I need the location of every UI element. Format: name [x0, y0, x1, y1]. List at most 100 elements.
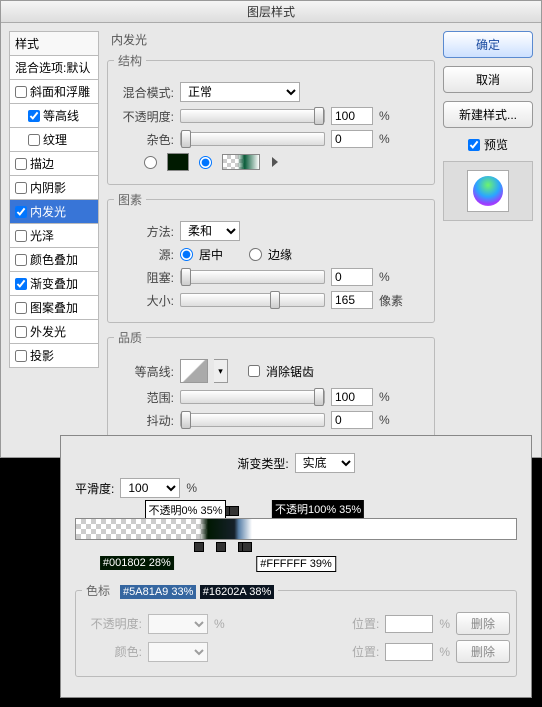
jitter-unit: %: [379, 413, 390, 427]
new-style-button[interactable]: 新建样式...: [443, 101, 533, 128]
cancel-button[interactable]: 取消: [443, 66, 533, 93]
noise-input[interactable]: [331, 130, 373, 148]
opacity-label: 不透明度:: [114, 108, 174, 125]
gradient-dropdown-icon[interactable]: [272, 157, 278, 167]
window-title: 图层样式: [1, 1, 541, 23]
color-stop-marker-3[interactable]: [242, 542, 252, 552]
stroke-checkbox[interactable]: [15, 158, 27, 170]
glow-color-swatch[interactable]: [167, 153, 189, 171]
range-unit: %: [379, 390, 390, 404]
antialias-checkbox[interactable]: [248, 365, 260, 377]
patternoverlay-checkbox[interactable]: [15, 302, 27, 314]
bevel-checkbox[interactable]: [15, 86, 27, 98]
range-input[interactable]: [331, 388, 373, 406]
sidebar-item-stroke[interactable]: 描边: [9, 152, 99, 176]
texture-checkbox[interactable]: [28, 134, 40, 146]
color-stop-label-3[interactable]: #FFFFFF 39%: [256, 556, 336, 572]
glow-gradient-swatch[interactable]: [222, 154, 260, 170]
contour-dropdown-icon[interactable]: ▾: [214, 359, 228, 383]
sidebar-item-label: 等高线: [43, 107, 79, 124]
contour-checkbox[interactable]: [28, 110, 40, 122]
size-input[interactable]: [331, 291, 373, 309]
smoothness-select[interactable]: 100: [120, 478, 180, 498]
size-label: 大小:: [114, 292, 174, 309]
satin-checkbox[interactable]: [15, 230, 27, 242]
choke-slider[interactable]: [180, 270, 325, 284]
sidebar-header-styles[interactable]: 样式: [9, 31, 99, 56]
color-stops-track[interactable]: [75, 542, 517, 554]
sidebar-item-gradoverlay[interactable]: 渐变叠加: [9, 272, 99, 296]
sidebar-item-outerglow[interactable]: 外发光: [9, 320, 99, 344]
color-stop-label-1[interactable]: #5A81A9 33%: [120, 585, 196, 599]
jitter-slider[interactable]: [180, 413, 325, 427]
sidebar-item-dropshadow[interactable]: 投影: [9, 344, 99, 368]
preview-label: 预览: [484, 136, 508, 153]
stop-opacity-unit: %: [214, 617, 225, 631]
dropshadow-checkbox[interactable]: [15, 350, 27, 362]
sidebar-blend-options[interactable]: 混合选项:默认: [9, 56, 99, 80]
technique-label: 方法:: [114, 223, 174, 240]
color-stop-label-2[interactable]: #16202A 38%: [200, 585, 275, 599]
innerglow-checkbox[interactable]: [15, 206, 27, 218]
coloroverlay-checkbox[interactable]: [15, 254, 27, 266]
range-slider[interactable]: [180, 390, 325, 404]
source-edge-radio[interactable]: [249, 248, 262, 261]
stop-position-unit-1: %: [439, 617, 450, 631]
ok-button[interactable]: 确定: [443, 31, 533, 58]
color-stop-label-0[interactable]: #001802 28%: [100, 556, 174, 570]
gradient-bar[interactable]: [75, 518, 517, 540]
size-slider[interactable]: [180, 293, 325, 307]
size-unit: 像素: [379, 292, 403, 309]
outerglow-checkbox[interactable]: [15, 326, 27, 338]
sidebar-item-label: 投影: [30, 347, 54, 364]
choke-label: 阻塞:: [114, 269, 174, 286]
opacity-stop-marker-1[interactable]: [229, 506, 239, 516]
sidebar-item-patternoverlay[interactable]: 图案叠加: [9, 296, 99, 320]
opacity-stop-label-1[interactable]: 不透明100% 35%: [272, 500, 364, 518]
noise-slider[interactable]: [180, 132, 325, 146]
sidebar-item-label: 内阴影: [30, 179, 66, 196]
technique-select[interactable]: 柔和: [180, 221, 240, 241]
sidebar-item-innershadow[interactable]: 内阴影: [9, 176, 99, 200]
stops-fieldset: 色标 #5A81A9 33% #16202A 38% 不透明度: % 位置: %…: [75, 582, 517, 677]
color-stop-marker-0[interactable]: [194, 542, 204, 552]
sidebar-item-contour[interactable]: 等高线: [9, 104, 99, 128]
sidebar-item-label: 斜面和浮雕: [30, 83, 90, 100]
glow-gradient-radio[interactable]: [199, 156, 212, 169]
sidebar-item-satin[interactable]: 光泽: [9, 224, 99, 248]
sidebar-item-bevel[interactable]: 斜面和浮雕: [9, 80, 99, 104]
quality-fieldset: 品质 等高线: ▾ 消除锯齿 范围: % 抖动:: [107, 329, 435, 443]
stop-color-label: 颜色:: [82, 643, 142, 660]
contour-picker[interactable]: [180, 359, 208, 383]
color-stop-labels-row1: #001802 28% #FFFFFF 39%: [75, 556, 517, 572]
choke-input[interactable]: [331, 268, 373, 286]
opacity-slider[interactable]: [180, 109, 325, 123]
opacity-input[interactable]: [331, 107, 373, 125]
preview-checkbox[interactable]: [468, 139, 480, 151]
range-label: 范围:: [114, 389, 174, 406]
stops-legend: 色标 #5A81A9 33% #16202A 38%: [82, 582, 278, 599]
sidebar-item-innerglow[interactable]: 内发光: [9, 200, 99, 224]
blend-mode-select[interactable]: 正常: [180, 82, 300, 102]
opacity-stops-track[interactable]: 不透明0% 35% 不透明100% 35%: [75, 504, 517, 516]
grad-type-select[interactable]: 实底: [295, 453, 355, 473]
sidebar-item-texture[interactable]: 纹理: [9, 128, 99, 152]
color-stop-marker-1[interactable]: [216, 542, 226, 552]
innershadow-checkbox[interactable]: [15, 182, 27, 194]
elements-legend: 图素: [114, 191, 146, 208]
gradoverlay-checkbox[interactable]: [15, 278, 27, 290]
sidebar-item-label: 光泽: [30, 227, 54, 244]
source-center-radio[interactable]: [180, 248, 193, 261]
opacity-stop-label-0[interactable]: 不透明0% 35%: [145, 500, 227, 520]
glow-color-radio[interactable]: [144, 156, 157, 169]
delete-opacity-stop-button: 删除: [456, 612, 510, 635]
structure-fieldset: 结构 混合模式: 正常 不透明度: % 杂色: %: [107, 52, 435, 185]
delete-color-stop-button: 删除: [456, 640, 510, 663]
sidebar-item-label: 内发光: [30, 203, 66, 220]
jitter-input[interactable]: [331, 411, 373, 429]
smoothness-label: 平滑度:: [75, 480, 114, 497]
style-sidebar: 样式 混合选项:默认 斜面和浮雕 等高线 纹理 描边 内阴影: [9, 31, 99, 449]
structure-legend: 结构: [114, 52, 146, 69]
source-edge-label: 边缘: [268, 246, 292, 263]
sidebar-item-coloroverlay[interactable]: 颜色叠加: [9, 248, 99, 272]
